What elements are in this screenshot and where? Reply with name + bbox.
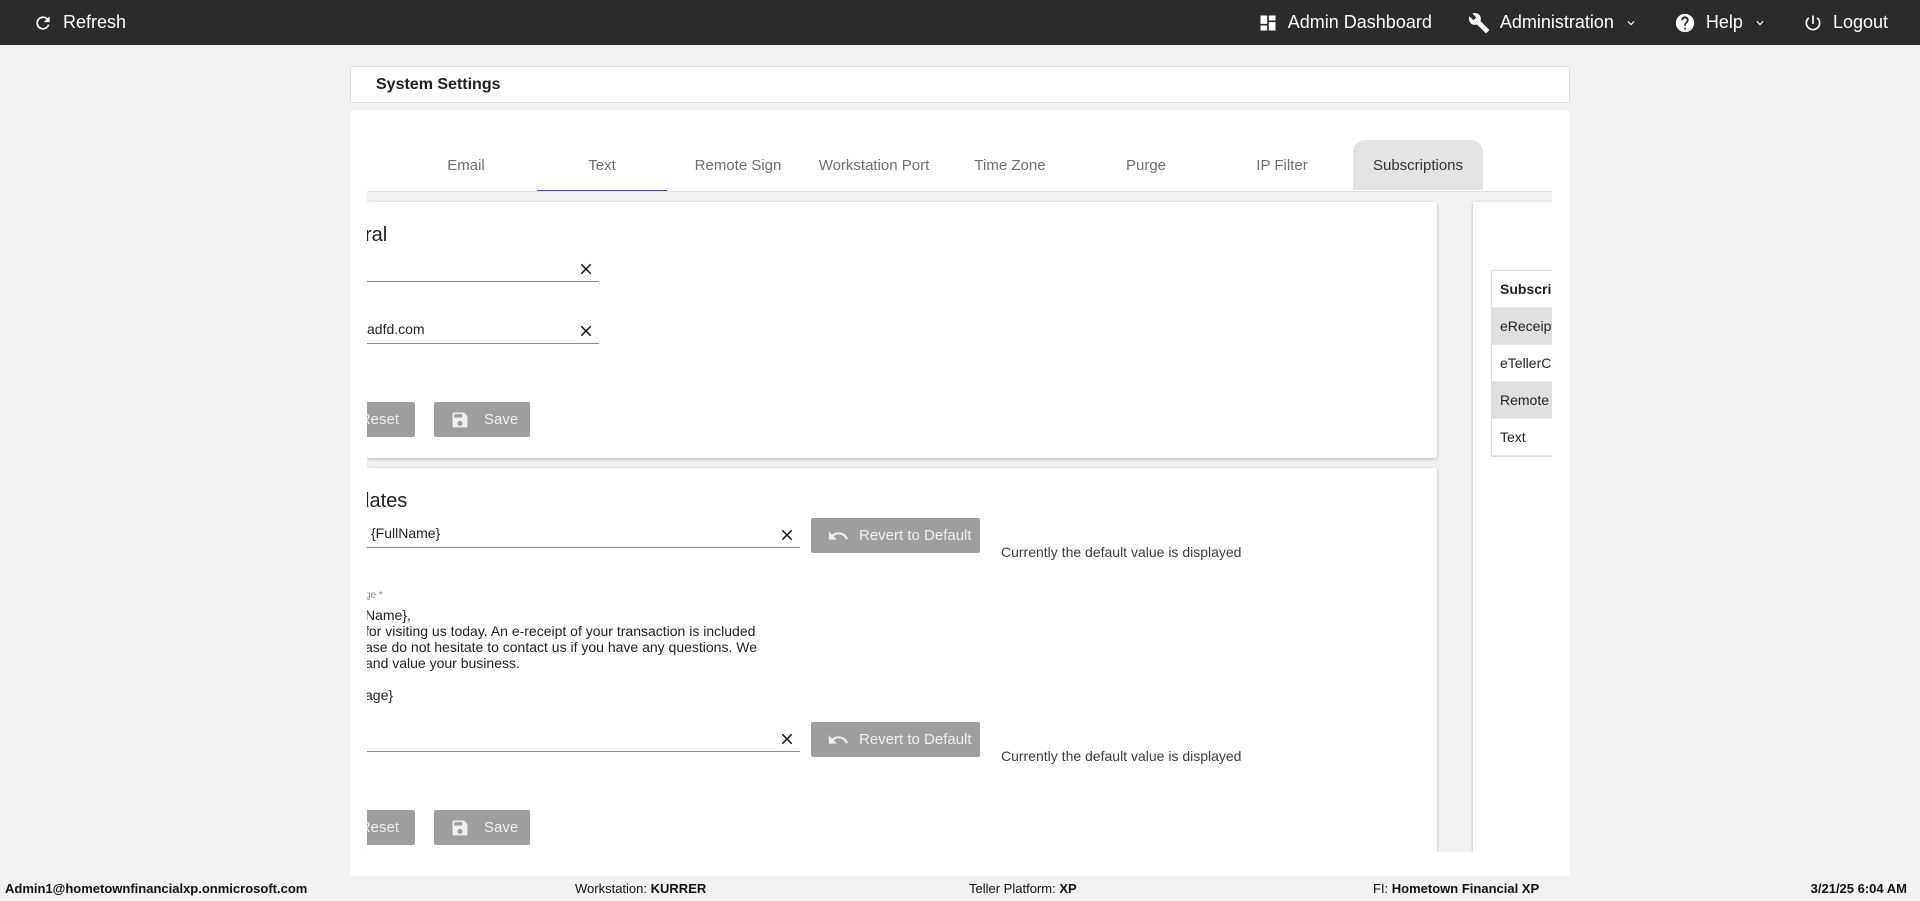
help-label: Help <box>1705 12 1743 32</box>
message-line: for visiting us today. An e-receipt of y… <box>367 623 756 639</box>
revert-to-default-button[interactable]: Revert to Default <box>811 518 980 553</box>
clear-icon[interactable] <box>577 260 595 278</box>
page-title: System Settings <box>376 75 501 93</box>
tab-label: Time Zone <box>974 156 1046 174</box>
status-platform-value: XP <box>1059 881 1077 896</box>
save-label: Save <box>484 819 519 836</box>
admin-dashboard-label: Admin Dashboard <box>1287 12 1432 32</box>
logout-button[interactable]: Logout <box>1803 0 1888 45</box>
tab-email[interactable]: Email <box>401 140 531 190</box>
tab-label: Text <box>588 156 616 174</box>
general-save-button[interactable]: Save <box>434 402 530 437</box>
refresh-icon <box>33 13 53 33</box>
status-workstation: Workstation: KURRER <box>575 881 706 896</box>
refresh-button[interactable]: Refresh <box>33 0 126 45</box>
status-workstation-value: KURRER <box>650 881 707 896</box>
refresh-label: Refresh <box>63 12 127 32</box>
administration-menu-button[interactable]: Administration <box>1468 0 1638 45</box>
message-line: Name}, <box>367 607 411 623</box>
admin-dashboard-button[interactable]: Admin Dashboard <box>1258 0 1432 45</box>
tab-label: Purge <box>1125 156 1167 174</box>
clear-icon[interactable] <box>778 730 796 748</box>
general-field-2[interactable]: adfd.com <box>367 316 599 344</box>
tab-label: Remote Sign <box>694 156 782 174</box>
undo-icon <box>827 525 849 547</box>
clear-icon[interactable] <box>577 322 595 340</box>
dashboard-icon <box>1258 13 1278 33</box>
help-menu-button[interactable]: Help <box>1674 0 1767 45</box>
status-datetime: 3/21/25 6:04 AM <box>1810 881 1907 896</box>
undo-icon <box>827 729 849 751</box>
default-value-note-2: Currently the default value is displayed <box>1001 748 1242 764</box>
tab-label: Subscriptions <box>1372 156 1464 174</box>
clear-icon[interactable] <box>778 526 796 544</box>
tab-purge[interactable]: Purge <box>1081 140 1211 190</box>
wrench-icon <box>1468 12 1490 34</box>
default-value-note: Currently the default value is displayed <box>1001 544 1242 560</box>
table-row[interactable]: eTellerCh <box>1492 345 1552 382</box>
template-field-3[interactable] <box>367 724 800 752</box>
tab-time-zone[interactable]: Time Zone <box>945 140 1075 190</box>
tab-content: ral adfd.com Reset Save <box>367 192 1552 852</box>
templates-panel: lates {FullName} Revert to Default Curre… <box>367 468 1437 852</box>
message-line: and value your business. <box>367 655 520 671</box>
status-fi: FI: Hometown Financial XP <box>1373 881 1539 896</box>
templates-section-title: lates <box>367 490 408 512</box>
tab-label: Workstation Port <box>818 156 930 174</box>
revert-label: Revert to Default <box>859 731 972 748</box>
tab-subscriptions[interactable]: Subscriptions <box>1353 140 1483 190</box>
subscriptions-table-header: Subscrip <box>1492 271 1552 308</box>
power-icon <box>1803 13 1823 33</box>
tab-workstation-port[interactable]: Workstation Port <box>809 140 939 190</box>
settings-tabs: Email Text Remote Sign Workstation Port … <box>367 130 1552 192</box>
settings-card: Email Text Remote Sign Workstation Port … <box>350 110 1570 876</box>
subscriptions-panel: Subscrip eReceipts eTellerCh Remote S Te… <box>1473 202 1552 852</box>
table-row[interactable]: Text <box>1492 419 1552 456</box>
status-platform-label: Teller Platform: <box>969 881 1056 896</box>
general-field-1[interactable] <box>367 254 599 282</box>
general-reset-button[interactable]: Reset <box>367 402 415 437</box>
top-bar: Refresh Admin Dashboard Administration H… <box>0 0 1920 45</box>
chevron-down-icon <box>1624 16 1638 30</box>
tab-label: Email <box>447 156 485 174</box>
logout-label: Logout <box>1832 12 1888 32</box>
tab-label: IP Filter <box>1256 156 1308 174</box>
save-icon <box>450 410 470 430</box>
general-section-title: ral <box>367 224 388 246</box>
status-workstation-label: Workstation: <box>575 881 648 896</box>
administration-label: Administration <box>1499 12 1614 32</box>
save-icon <box>450 818 470 838</box>
status-fi-label: FI: <box>1373 881 1389 896</box>
status-fi-value: Hometown Financial XP <box>1391 881 1540 896</box>
tab-ip-filter[interactable]: IP Filter <box>1217 140 1347 190</box>
chevron-down-icon <box>1753 16 1767 30</box>
status-platform: Teller Platform: XP <box>969 881 1077 896</box>
table-row[interactable]: eReceipts <box>1492 308 1552 345</box>
tab-text[interactable]: Text <box>537 140 667 191</box>
status-user: Admin1@hometownfinancialxp.onmicrosoft.c… <box>5 881 308 896</box>
subscriptions-table: Subscrip eReceipts eTellerCh Remote S Te… <box>1491 270 1552 457</box>
revert-label: Revert to Default <box>859 527 972 544</box>
message-field-label: ge * <box>367 590 383 601</box>
templates-reset-button[interactable]: Reset <box>367 810 415 845</box>
status-bar: Admin1@hometownfinancialxp.onmicrosoft.c… <box>0 876 1920 901</box>
general-settings-panel: ral adfd.com Reset Save <box>367 202 1437 458</box>
subject-field[interactable]: {FullName} <box>367 520 800 548</box>
message-line: age} <box>367 687 394 703</box>
help-icon <box>1674 12 1696 34</box>
reset-label: Reset <box>367 819 399 836</box>
revert-to-default-button-2[interactable]: Revert to Default <box>811 722 980 757</box>
message-line: ase do not hesitate to contact us if you… <box>367 639 757 655</box>
table-row[interactable]: Remote S <box>1492 382 1552 419</box>
field-value: {FullName} <box>371 525 441 541</box>
tab-remote-sign[interactable]: Remote Sign <box>673 140 803 190</box>
save-label: Save <box>484 411 519 428</box>
page-title-card: System Settings <box>350 66 1570 103</box>
field-value: adfd.com <box>367 321 425 337</box>
reset-label: Reset <box>367 411 399 428</box>
templates-save-button[interactable]: Save <box>434 810 530 845</box>
